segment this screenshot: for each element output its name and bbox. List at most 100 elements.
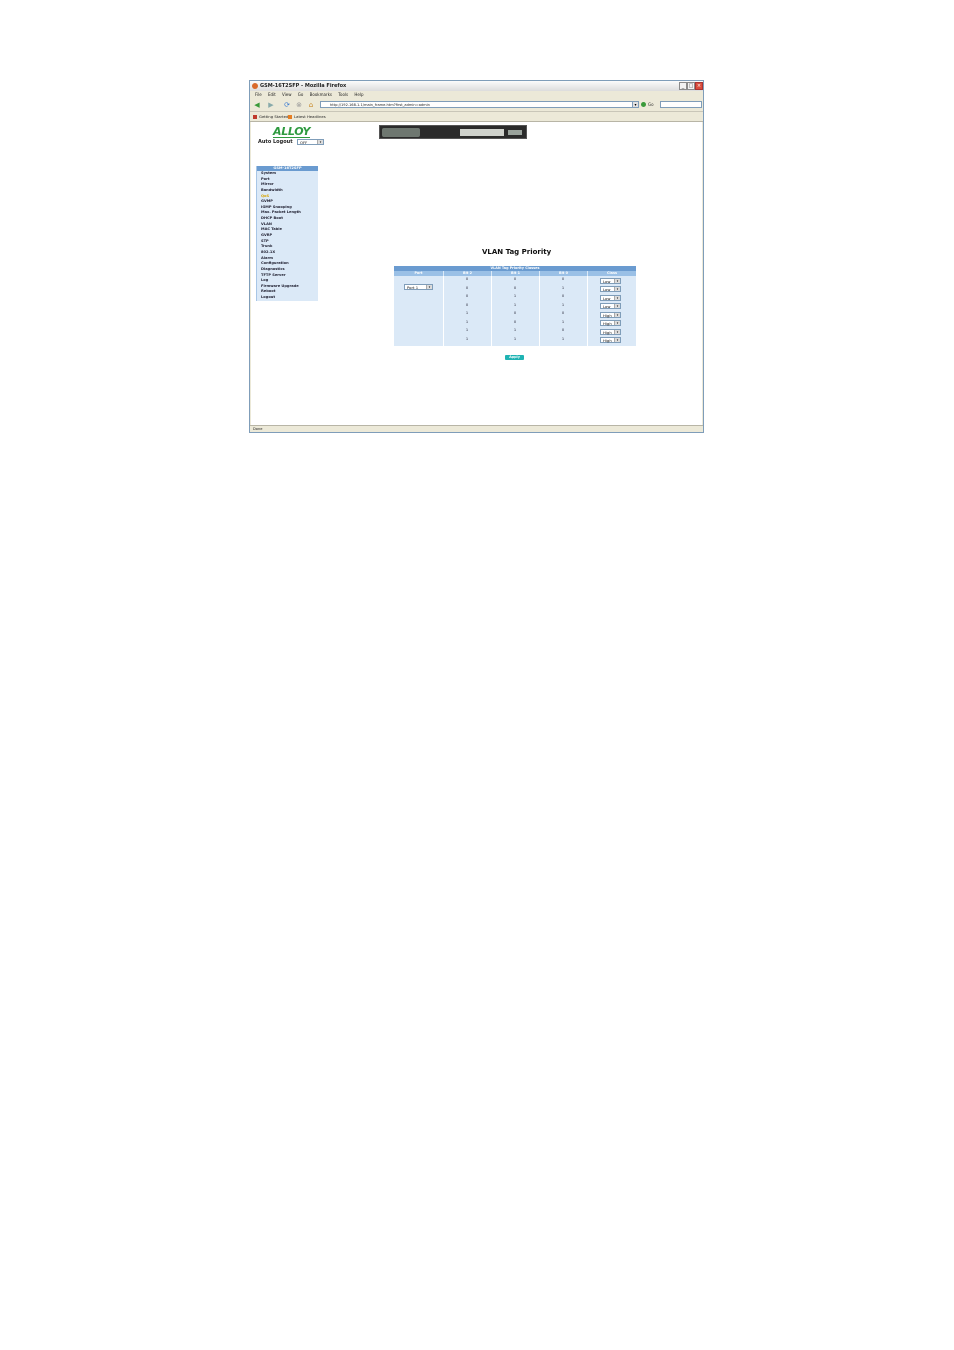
bit-cell: 0: [513, 319, 517, 324]
bit-cell: 1: [513, 302, 517, 307]
class-select[interactable]: High ▾: [600, 320, 621, 326]
bookmarks-toolbar: Getting Started Latest Headlines: [250, 112, 703, 122]
banner-sfp: [508, 130, 522, 135]
bit-cell: 0: [561, 294, 565, 298]
menu-help[interactable]: Help: [354, 92, 363, 97]
column-divider: [539, 276, 540, 346]
sidebar-item-logout[interactable]: Logout: [257, 295, 318, 301]
bit-cell: 1: [513, 336, 517, 341]
back-icon[interactable]: ◀: [253, 101, 261, 109]
bit-cell: 1: [561, 319, 565, 324]
bit-cell: 1: [465, 319, 469, 324]
stop-icon[interactable]: ⊗: [295, 101, 303, 109]
class-select-value: Low: [603, 287, 611, 292]
bit-cell: 1: [465, 328, 469, 332]
address-dropdown-icon[interactable]: ▾: [632, 101, 639, 108]
bookmark-icon: [253, 115, 257, 119]
menu-view[interactable]: View: [282, 92, 292, 97]
address-bar[interactable]: http://192.168.1.1/main_frame.htm?first_…: [320, 101, 639, 108]
bit-cell: 0: [561, 277, 565, 281]
class-select[interactable]: Low ▾: [600, 303, 621, 309]
forward-icon[interactable]: ▶: [267, 101, 275, 109]
bookmark-latest-headlines[interactable]: Latest Headlines: [288, 112, 326, 121]
class-select-value: Low: [603, 278, 611, 284]
class-select-value: High: [603, 329, 612, 335]
apply-button[interactable]: Apply: [505, 355, 524, 360]
menu-bookmarks[interactable]: Bookmarks: [310, 92, 332, 97]
class-select[interactable]: Low ▾: [600, 286, 621, 292]
class-select[interactable]: High ▾: [600, 328, 621, 335]
bit-cell: 0: [513, 285, 517, 290]
auto-logout-value: OFF: [300, 140, 308, 145]
header-class: Class: [588, 271, 636, 276]
minimize-button[interactable]: _: [679, 82, 687, 90]
switch-banner-image: [379, 125, 527, 139]
close-button[interactable]: ×: [695, 82, 703, 90]
menu-edit[interactable]: Edit: [268, 92, 276, 97]
header-port: Port: [394, 271, 443, 276]
bit-cell: 1: [465, 336, 469, 341]
logo-underline: [273, 137, 310, 138]
chevron-down-icon: ▾: [614, 304, 620, 308]
class-select-value: High: [603, 312, 612, 318]
class-select-value: High: [603, 321, 612, 326]
class-select[interactable]: High ▾: [600, 337, 621, 343]
banner-ports: [460, 129, 504, 136]
class-select-value: Low: [603, 304, 611, 309]
menu-tools[interactable]: Tools: [338, 92, 348, 97]
rss-icon: [288, 115, 292, 119]
chevron-down-icon: ▾: [317, 140, 323, 144]
browser-window: GSM-16T2SFP - Mozilla Firefox _ □ × File…: [249, 80, 704, 433]
chevron-down-icon: ▾: [614, 278, 620, 283]
class-select-value: Low: [603, 295, 611, 301]
chevron-down-icon: ▾: [426, 285, 432, 289]
class-select-value: High: [603, 338, 612, 343]
window-title: GSM-16T2SFP - Mozilla Firefox: [260, 83, 347, 89]
bit-cell: 0: [465, 302, 469, 307]
chevron-down-icon: ▾: [614, 312, 620, 317]
banner-shape: [382, 128, 420, 137]
bit-cell: 0: [465, 294, 469, 298]
reload-icon[interactable]: ⟳: [283, 101, 291, 109]
firefox-icon: [252, 83, 258, 89]
auto-logout-select[interactable]: OFF ▾: [297, 139, 324, 145]
bit-cell: 1: [561, 302, 565, 307]
menu-go[interactable]: Go: [298, 92, 304, 97]
bit-cell: 1: [513, 294, 517, 298]
go-icon[interactable]: [641, 102, 646, 107]
bit-cell: 1: [513, 328, 517, 332]
page-title: VLAN Tag Priority: [482, 248, 552, 256]
bit-cell: 0: [561, 311, 565, 315]
chevron-down-icon: ▾: [614, 338, 620, 342]
bit-cell: 0: [513, 277, 517, 281]
bit-cell: 0: [465, 285, 469, 290]
class-select[interactable]: Low ▾: [600, 277, 621, 284]
column-divider: [443, 276, 444, 346]
home-icon[interactable]: ⌂: [307, 101, 315, 109]
bit-cell: 1: [465, 311, 469, 315]
bit-cell: 0: [513, 311, 517, 315]
maximize-button[interactable]: □: [687, 82, 695, 90]
page-content: ALLOY Auto Logout OFF ▾ GSM-16T2SFP Syst…: [251, 122, 702, 426]
chevron-down-icon: ▾: [614, 287, 620, 291]
vlan-tag-priority-table: VLAN Tag Priority Classes Port Bit 2 Bit…: [394, 266, 636, 346]
search-field[interactable]: [660, 101, 702, 108]
class-select[interactable]: Low ▾: [600, 294, 621, 301]
bit-cell: 0: [561, 328, 565, 332]
column-divider: [491, 276, 492, 346]
menu-bar: File Edit View Go Bookmarks Tools Help: [250, 91, 703, 99]
class-select[interactable]: High ▾: [600, 311, 621, 318]
sidebar-menu: GSM-16T2SFP System Port Mirror Bandwidth…: [256, 166, 318, 301]
port-select-value: Port 1: [407, 285, 419, 290]
bookmark-getting-started[interactable]: Getting Started: [253, 112, 288, 121]
chevron-down-icon: ▾: [614, 295, 620, 300]
column-divider: [587, 276, 588, 346]
status-bar: Done: [250, 425, 703, 432]
port-select[interactable]: Port 1 ▾: [404, 284, 433, 290]
bit-cell: 0: [465, 277, 469, 281]
auto-logout-label: Auto Logout: [258, 139, 293, 145]
bit-cell: 1: [561, 336, 565, 341]
go-button[interactable]: Go: [648, 101, 654, 109]
menu-file[interactable]: File: [255, 92, 262, 97]
chevron-down-icon: ▾: [614, 329, 620, 334]
